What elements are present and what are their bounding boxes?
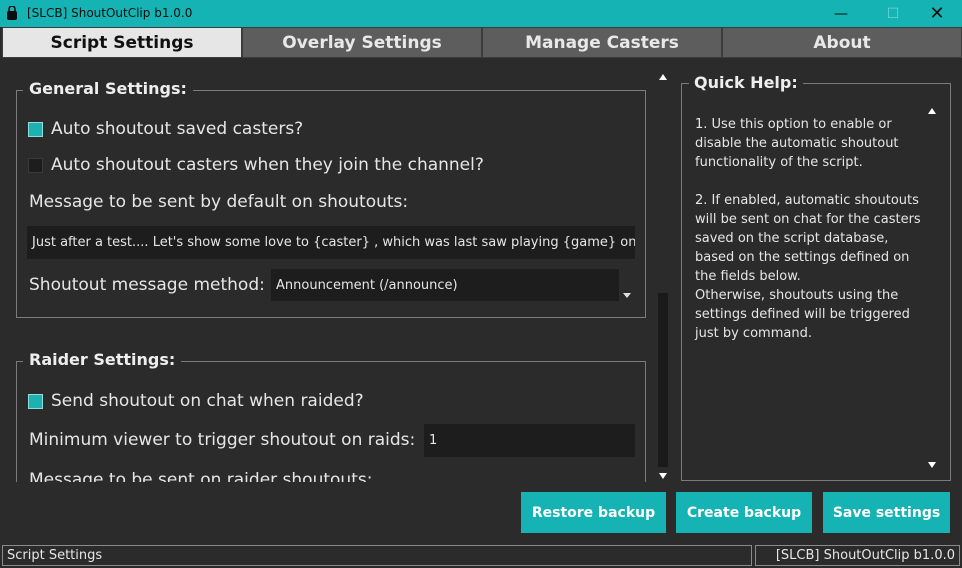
maximize-button[interactable]: ☐ — [870, 0, 916, 27]
create-backup-button[interactable]: Create backup — [676, 492, 812, 533]
general-settings-title: General Settings: — [23, 79, 193, 98]
raider-settings-group — [16, 361, 646, 482]
auto-shoutout-join-label: Auto shoutout casters when they join the… — [51, 155, 484, 175]
tab-manage-casters[interactable]: Manage Casters — [482, 27, 722, 58]
help-scroll-down-icon[interactable] — [928, 462, 936, 468]
send-on-raid-option[interactable]: Send shoutout on chat when raided? — [28, 391, 364, 411]
minimize-button[interactable]: — — [818, 0, 864, 27]
auto-shoutout-saved-checkbox[interactable] — [28, 121, 43, 137]
send-on-raid-label: Send shoutout on chat when raided? — [51, 391, 364, 411]
scroll-up-icon[interactable] — [659, 74, 667, 80]
quick-help-text: 1. Use this option to enable or disable … — [695, 117, 921, 341]
status-section-label: Script Settings — [2, 545, 752, 566]
min-viewer-label: Minimum viewer to trigger shoutout on ra… — [29, 430, 416, 450]
raider-settings-title: Raider Settings: — [23, 350, 182, 369]
chevron-down-icon[interactable] — [623, 293, 631, 298]
send-on-raid-checkbox[interactable] — [28, 393, 43, 409]
min-viewer-input[interactable]: 1 — [424, 424, 635, 457]
settings-scroll-area[interactable]: General Settings: Auto shoutout saved ca… — [3, 60, 672, 482]
restore-backup-button[interactable]: Restore backup — [521, 492, 666, 533]
title-bar: [SLCB] ShoutOutClip b1.0.0 — ☐ ✕ — [0, 0, 962, 27]
default-message-label: Message to be sent by default on shoutou… — [29, 192, 409, 212]
tab-about[interactable]: About — [722, 27, 962, 58]
default-message-input[interactable]: Just after a test.... Let's show some lo… — [27, 226, 635, 259]
quick-help-title: Quick Help: — [689, 73, 803, 92]
tab-bar: Script Settings Overlay Settings Manage … — [0, 27, 962, 58]
app-icon — [7, 6, 17, 20]
shoutout-method-label: Shoutout message method: — [29, 275, 265, 295]
auto-shoutout-join-checkbox[interactable] — [28, 157, 43, 173]
scroll-down-icon[interactable] — [659, 473, 667, 479]
close-button[interactable]: ✕ — [914, 0, 960, 27]
shoutout-method-select[interactable]: Announcement (/announce) — [271, 269, 619, 301]
auto-shoutout-join-option[interactable]: Auto shoutout casters when they join the… — [28, 155, 484, 175]
status-version: [SLCB] ShoutOutClip b1.0.0 — [755, 545, 960, 566]
auto-shoutout-saved-option[interactable]: Auto shoutout saved casters? — [28, 119, 303, 139]
scrollbar-thumb[interactable] — [658, 293, 668, 467]
raider-message-label: Message to be sent on raider shoutouts: — [29, 470, 373, 482]
tab-overlay-settings[interactable]: Overlay Settings — [242, 27, 482, 58]
status-bar: Script Settings [SLCB] ShoutOutClip b1.0… — [0, 543, 962, 568]
window-title: [SLCB] ShoutOutClip b1.0.0 — [27, 6, 193, 20]
save-settings-button[interactable]: Save settings — [823, 492, 950, 533]
help-scroll-up-icon[interactable] — [928, 108, 936, 114]
auto-shoutout-saved-label: Auto shoutout saved casters? — [51, 119, 304, 139]
tab-script-settings[interactable]: Script Settings — [2, 27, 242, 58]
